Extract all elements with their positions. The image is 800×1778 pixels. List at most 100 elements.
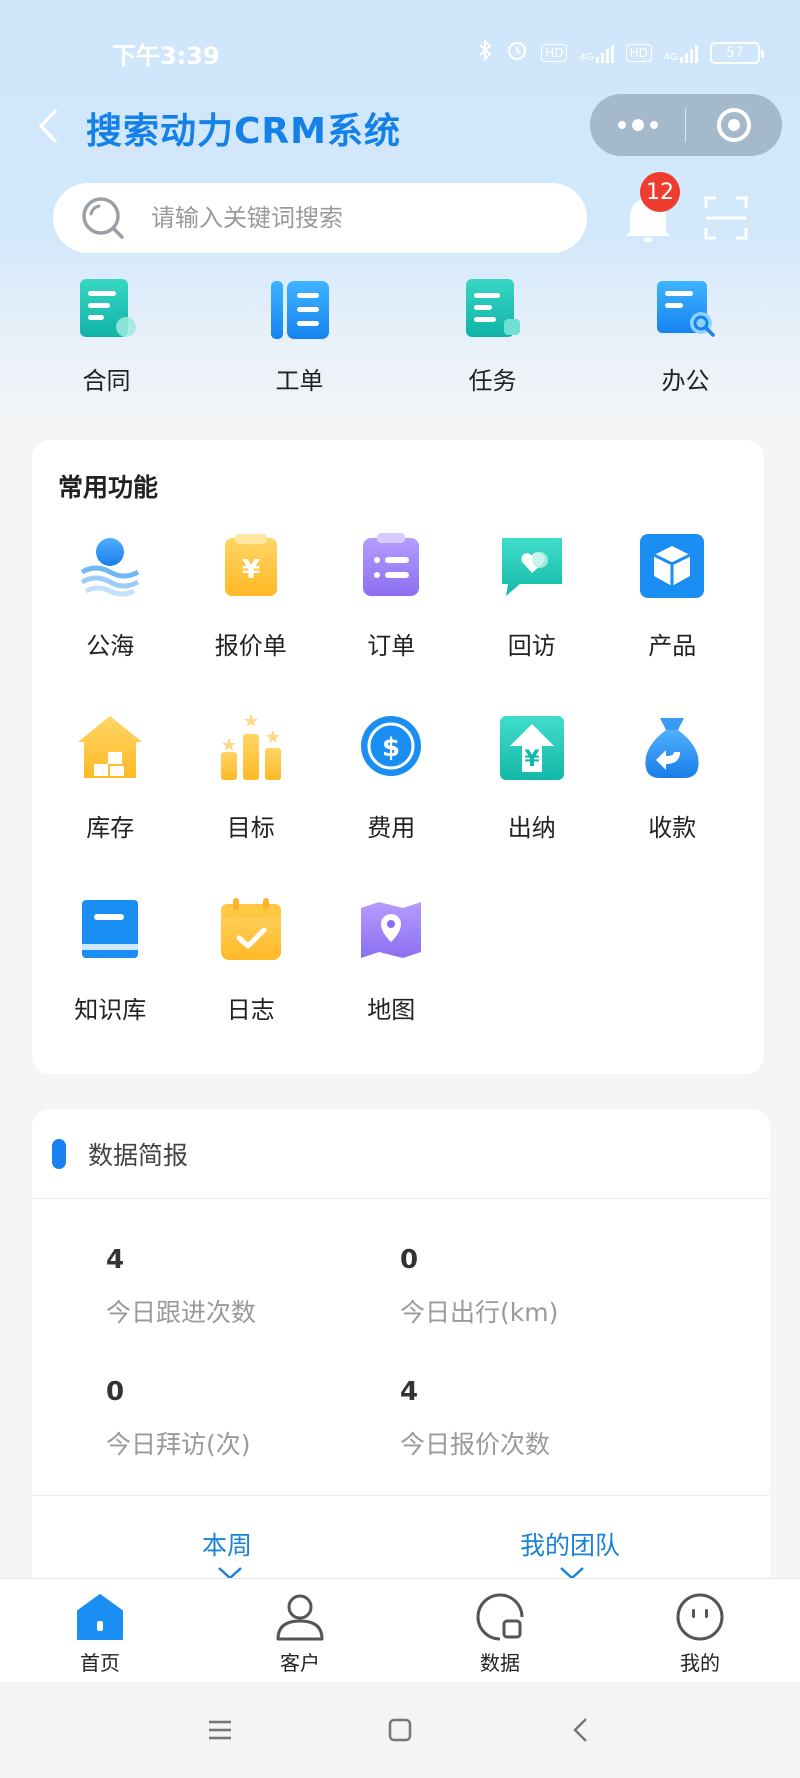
chevron-left-icon: [573, 1718, 587, 1742]
task-icon: [465, 279, 520, 337]
status-icons: HD 4G HD 4G 57: [477, 38, 764, 67]
svg-text:¥: ¥: [242, 555, 260, 585]
tab-customer[interactable]: 客户: [200, 1579, 400, 1682]
func-label: 产品: [648, 632, 697, 660]
bottom-tab-bar: 首页 客户 数据 我的: [0, 1578, 800, 1682]
order-icon: [363, 533, 420, 596]
func-inventory[interactable]: 库存: [40, 712, 181, 894]
func-public-sea[interactable]: 公海: [40, 530, 181, 712]
function-row: 库存 目标 $ 费用 ¥ 出纳 收款: [32, 712, 764, 894]
tab-label: 我的: [680, 1651, 720, 1675]
func-knowledge-base[interactable]: 知识库: [40, 894, 181, 1076]
home-button[interactable]: [380, 1710, 420, 1750]
knowledge-base-icon: [82, 900, 139, 958]
mini-program-capsule: [590, 94, 782, 156]
stat-travel-km: 0 今日出行(km): [400, 1245, 558, 1329]
func-target[interactable]: 目标: [181, 712, 322, 894]
tab-profile[interactable]: 我的: [600, 1579, 800, 1682]
scan-icon[interactable]: [704, 196, 748, 240]
alarm-icon: [505, 38, 529, 67]
product-icon: [640, 534, 705, 598]
func-label: 订单: [367, 632, 416, 660]
work-order-icon: [270, 281, 329, 339]
func-label: 出纳: [507, 814, 556, 842]
func-product[interactable]: 产品: [602, 530, 743, 712]
collection-icon: [645, 718, 699, 778]
quick-label: 合同: [82, 367, 131, 395]
common-functions-card: 常用功能 公海 ¥ 报价单 订单 回访 产品 库存 目标 $ 费用 ¥ 出纳 收…: [32, 440, 764, 1074]
period-selector[interactable]: 本周: [202, 1526, 252, 1562]
func-label: 库存: [86, 814, 135, 842]
chevron-left-icon: [39, 109, 57, 143]
hd-icon-2: HD: [625, 43, 652, 62]
hd-icon: HD: [541, 43, 568, 62]
home-icon: [77, 1594, 123, 1640]
square-icon: [388, 1718, 412, 1742]
menu-button[interactable]: [200, 1710, 240, 1750]
quick-item-office[interactable]: 办公: [589, 275, 782, 405]
title-bar: 搜索动力CRM系统: [0, 90, 800, 160]
profile-icon: [676, 1593, 724, 1641]
cashier-icon: ¥: [499, 716, 564, 780]
func-map[interactable]: 地图: [321, 894, 462, 1076]
data-filter-row: 本周 我的团队: [32, 1495, 770, 1579]
func-label: 目标: [226, 814, 275, 842]
search-input[interactable]: [151, 204, 531, 232]
quick-label: 工单: [275, 367, 324, 395]
func-order[interactable]: 订单: [321, 530, 462, 712]
notification-badge: 12: [640, 172, 680, 212]
system-back-button[interactable]: [560, 1710, 600, 1750]
section-title: 数据简报: [88, 1140, 189, 1170]
section-marker: [52, 1138, 66, 1169]
bluetooth-icon: [477, 38, 493, 66]
stat-label: 今日跟进次数: [106, 1298, 257, 1327]
stat-value: 0: [106, 1377, 125, 1407]
tab-data[interactable]: 数据: [400, 1579, 600, 1682]
stat-value: 4: [400, 1377, 419, 1407]
func-expense[interactable]: $ 费用: [321, 712, 462, 894]
search-bar[interactable]: [53, 183, 587, 253]
func-log[interactable]: 日志: [181, 894, 322, 1076]
menu-icon: [209, 1720, 231, 1740]
stat-follow-ups: 4 今日跟进次数: [106, 1245, 256, 1329]
office-icon: [656, 281, 715, 337]
customer-icon: [276, 1594, 324, 1641]
stat-value: 0: [400, 1245, 419, 1275]
quick-item-contract[interactable]: 合同: [10, 275, 203, 405]
target-icon: [220, 714, 281, 780]
quick-item-work-order[interactable]: 工单: [203, 275, 396, 405]
func-label: 知识库: [74, 996, 147, 1024]
inventory-icon: [78, 716, 143, 778]
func-label: 收款: [648, 814, 697, 842]
section-title: 常用功能: [58, 473, 159, 502]
search-icon: [79, 194, 127, 242]
scope-selector[interactable]: 我的团队: [520, 1526, 620, 1562]
quick-item-task[interactable]: 任务: [396, 275, 589, 405]
more-button[interactable]: [590, 94, 685, 156]
quick-label: 任务: [468, 367, 517, 395]
func-collection[interactable]: 收款: [602, 712, 743, 894]
signal-icon: 4G: [579, 43, 614, 63]
stat-label: 今日报价次数: [400, 1430, 551, 1459]
func-revisit[interactable]: 回访: [462, 530, 603, 712]
stat-label: 今日出行(km): [400, 1298, 559, 1327]
func-quote[interactable]: ¥ 报价单: [181, 530, 322, 712]
func-label: 公海: [86, 632, 135, 660]
back-button[interactable]: [28, 104, 68, 148]
target-close-icon: [717, 108, 751, 142]
status-time: 下午3:39: [112, 42, 220, 70]
func-label: 日志: [226, 996, 275, 1024]
function-grid: 公海 ¥ 报价单 订单 回访 产品 库存 目标 $ 费用 ¥ 出纳 收款 知识库…: [32, 530, 764, 1076]
tab-home[interactable]: 首页: [0, 1579, 200, 1682]
map-icon: [361, 902, 422, 958]
func-label: 回访: [507, 632, 556, 660]
revisit-icon: [501, 538, 562, 596]
log-icon: [220, 898, 281, 960]
contract-icon: [79, 279, 136, 337]
func-cashier[interactable]: ¥ 出纳: [462, 712, 603, 894]
close-button[interactable]: [686, 94, 782, 156]
expense-icon: $: [361, 716, 422, 776]
data-icon: [476, 1593, 524, 1641]
stat-label: 今日拜访(次): [106, 1430, 251, 1459]
data-brief-card: 数据简报 4 今日跟进次数 0 今日出行(km) 0 今日拜访(次) 4 今日报…: [32, 1109, 770, 1579]
